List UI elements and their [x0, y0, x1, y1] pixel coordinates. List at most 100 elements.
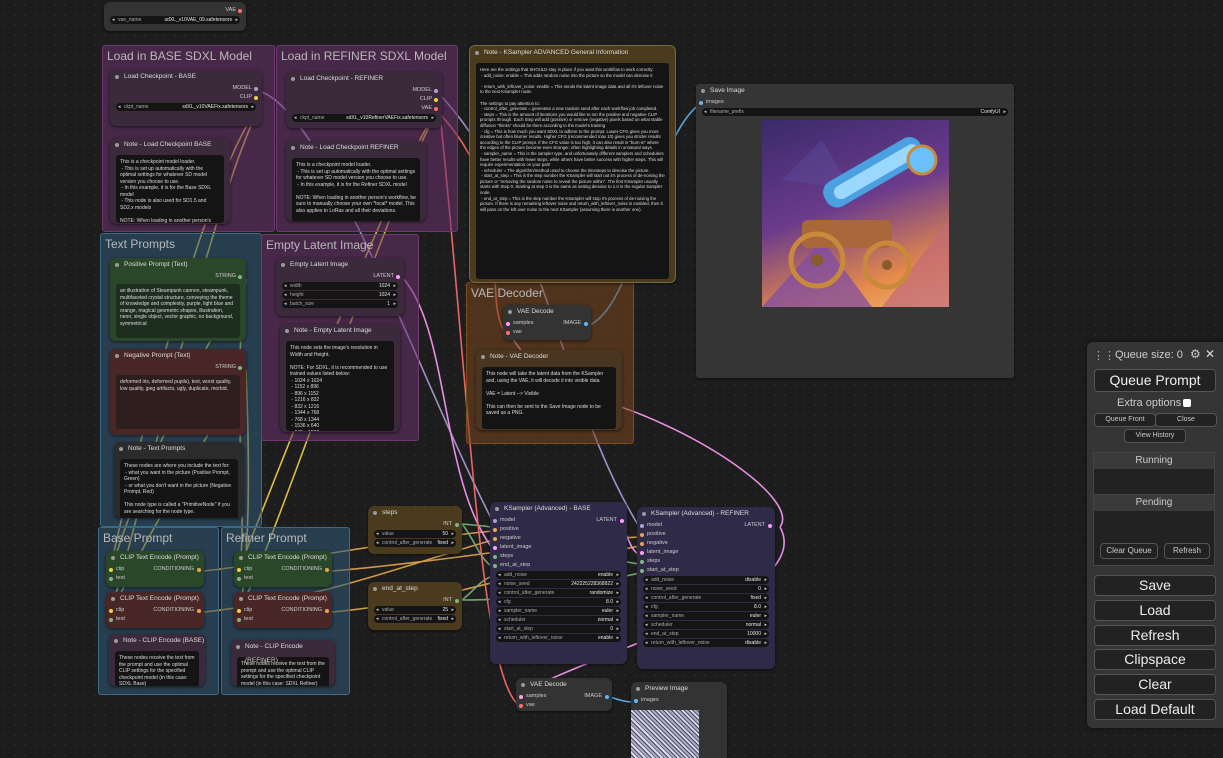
note-text[interactable]: These nodes receive the text from the pr… — [115, 651, 199, 686]
string-output[interactable]: STRING — [110, 272, 246, 281]
refresh-button[interactable]: Refresh — [1094, 625, 1216, 646]
note-checkpoint-refiner[interactable]: Note - Load Checkpoint REFINER This is a… — [286, 141, 426, 221]
widget-scheduler[interactable]: schedulernormal — [643, 621, 769, 629]
clear-button[interactable]: Clear — [1094, 674, 1216, 695]
text-input[interactable]: text — [234, 615, 332, 624]
end-at-step-primitive-node[interactable]: end_at_step INT value25 control_after_ge… — [368, 582, 462, 630]
widget-return-leftover-noise[interactable]: return_with_leftover_noiseenable — [496, 634, 621, 642]
height-widget[interactable]: height1024 — [282, 291, 398, 299]
note-empty-latent[interactable]: Note - Empty Latent Image This node sets… — [280, 324, 400, 432]
widget-sampler-name[interactable]: sampler_nameeuler — [496, 607, 621, 615]
widget-noise-seed[interactable]: noise_seed0 — [643, 585, 769, 593]
vae-loader-node[interactable]: VAE vae_namesdXL_v10VAE_09.safetensors — [104, 2, 246, 31]
vae-input[interactable]: vae — [503, 328, 591, 337]
note-text-prompts[interactable]: Note - Text Prompts These nodes are wher… — [114, 442, 244, 518]
note-text[interactable]: This is a checkpoint model loader. - Thi… — [292, 158, 420, 221]
input-steps[interactable]: steps — [637, 557, 775, 566]
clip-encode-refiner-positive[interactable]: CLIP Text Encode (Prompt) clip CONDITIONI… — [234, 551, 332, 587]
clip-encode-base-negative[interactable]: CLIP Text Encode (Prompt) clip CONDITIONI… — [106, 592, 204, 628]
model-output[interactable]: MODEL — [110, 84, 262, 93]
width-widget[interactable]: width1024 — [282, 282, 398, 290]
filename-prefix-widget[interactable]: filename_prefixComfyUI — [702, 108, 1008, 116]
note-clip-encode-base[interactable]: Note - CLIP Encode (BASE) These nodes re… — [109, 634, 205, 686]
end-step-value-widget[interactable]: value25 — [374, 606, 456, 614]
clip-encode-base-positive[interactable]: CLIP Text Encode (Prompt) clip CONDITIONI… — [106, 551, 204, 587]
int-output[interactable]: INT — [368, 596, 462, 605]
widget-control-after-generate[interactable]: control_after_generatefixed — [643, 594, 769, 602]
save-button[interactable]: Save — [1094, 575, 1216, 596]
widget-return-leftover-noise[interactable]: return_with_leftover_noisedisable — [643, 639, 769, 647]
vae-output[interactable]: VAE — [104, 6, 246, 15]
note-vae-decoder[interactable]: Note - VAE Decoder This node will take t… — [476, 350, 622, 430]
positive-prompt-text[interactable]: an illustration of Steampunk cannon, ste… — [116, 284, 240, 338]
clip-encode-refiner-negative[interactable]: CLIP Text Encode (Prompt) clip CONDITIONI… — [234, 592, 332, 628]
input-negative[interactable]: negative — [637, 539, 775, 548]
batch-size-widget[interactable]: batch_size1 — [282, 300, 398, 308]
clip-input[interactable]: clip CONDITIONING — [106, 606, 204, 615]
int-output[interactable]: INT — [368, 520, 462, 529]
load-checkpoint-base-node[interactable]: Load Checkpoint - BASE MODEL CLIP ckpt_n… — [110, 70, 262, 126]
clipspace-button[interactable]: Clipspace — [1094, 649, 1216, 670]
drag-handle-icon[interactable]: ⋮⋮ — [1093, 349, 1115, 362]
positive-prompt-node[interactable]: Positive Prompt (Text) STRING an illustr… — [110, 258, 246, 341]
negative-prompt-text[interactable]: deformed iris, deformed pupils), text, w… — [116, 375, 240, 429]
text-input[interactable]: text — [106, 574, 204, 583]
end-step-control-widget[interactable]: control_after_generatefixed — [374, 615, 456, 623]
queue-prompt-button[interactable]: Queue Prompt — [1094, 369, 1216, 392]
vae-input[interactable]: vae — [516, 701, 612, 710]
load-button[interactable]: Load — [1094, 600, 1216, 621]
note-text[interactable]: Here are the settings that SHOULD stay i… — [476, 63, 669, 279]
close-icon[interactable]: ✕ — [1205, 347, 1215, 361]
ckpt-name-widget[interactable]: ckpt_namesdXL_v10VAEFix.safetensors — [116, 103, 256, 111]
note-text[interactable]: This is a checkpoint model loader. - Thi… — [116, 155, 224, 223]
input-positive[interactable]: positive — [637, 530, 775, 539]
input-model[interactable]: model LATENT — [490, 516, 627, 525]
input-latent[interactable]: latent_image — [490, 543, 627, 552]
clear-queue-button[interactable]: Clear Queue — [1100, 543, 1158, 559]
images-input[interactable]: images — [696, 98, 1014, 107]
note-text[interactable]: These nodes are where you include the te… — [120, 459, 238, 518]
clip-output[interactable]: CLIP — [286, 95, 442, 104]
extra-options-checkbox[interactable] — [1183, 399, 1191, 407]
gear-icon[interactable]: ⚙ — [1190, 347, 1201, 361]
widget-add-noise[interactable]: add_noisedisable — [643, 576, 769, 584]
input-negative[interactable]: negative — [490, 534, 627, 543]
widget-start-at-step[interactable]: start_at_step0 — [496, 625, 621, 633]
input-latent[interactable]: latent_image — [637, 548, 775, 557]
input-start-at-step[interactable]: start_at_step — [637, 566, 775, 575]
input-model[interactable]: model LATENT — [637, 521, 775, 530]
vae-decode-refiner-node[interactable]: VAE Decode samples IMAGE vae — [516, 678, 612, 711]
string-output[interactable]: STRING — [110, 363, 246, 372]
steps-control-widget[interactable]: control_after_generatefixed — [374, 539, 456, 547]
widget-cfg[interactable]: cfg8.0 — [496, 598, 621, 606]
load-checkpoint-refiner-node[interactable]: Load Checkpoint - REFINER MODEL CLIP VAE… — [286, 72, 442, 128]
save-image-node[interactable]: Save Image images filename_prefixComfyUI — [696, 84, 1014, 378]
close-button[interactable]: Close — [1155, 413, 1217, 427]
widget-add-noise[interactable]: add_noiseenable — [496, 571, 621, 579]
clip-input[interactable]: clip CONDITIONING — [106, 565, 204, 574]
steps-value-widget[interactable]: value50 — [374, 530, 456, 538]
ksampler-base-node[interactable]: KSampler (Advanced) - BASE model LATENT p… — [490, 502, 627, 664]
clip-output[interactable]: CLIP — [110, 93, 262, 102]
text-input[interactable]: text — [234, 574, 332, 583]
negative-prompt-node[interactable]: Negative Prompt (Text) STRING deformed i… — [110, 349, 246, 435]
text-input[interactable]: text — [106, 615, 204, 624]
widget-sampler-name[interactable]: sampler_nameeuler — [643, 612, 769, 620]
input-positive[interactable]: positive — [490, 525, 627, 534]
note-ksampler-general[interactable]: Note - KSampler ADVANCED General Informa… — [469, 45, 676, 283]
empty-latent-image-node[interactable]: Empty Latent Image LATENT width1024 heig… — [276, 258, 404, 316]
images-input[interactable]: images — [631, 696, 727, 705]
queue-front-button[interactable]: Queue Front — [1094, 413, 1156, 427]
widget-noise-seed[interactable]: noise_seed242225228368922 — [496, 580, 621, 588]
note-clip-encode-refiner[interactable]: Note - CLIP Encode (REFINER) These nodes… — [231, 640, 335, 686]
load-default-button[interactable]: Load Default — [1094, 699, 1216, 720]
model-output[interactable]: MODEL — [286, 86, 442, 95]
queue-panel[interactable]: ⋮⋮ Queue size: 0 ⚙ ✕ Queue Prompt Extra … — [1087, 342, 1223, 728]
input-end-at-step[interactable]: end_at_step — [490, 561, 627, 570]
vae-decode-node[interactable]: VAE Decode samples IMAGE vae — [503, 305, 591, 340]
ksampler-refiner-node[interactable]: KSampler (Advanced) - REFINER model LATEN… — [637, 507, 775, 669]
note-text[interactable]: This node will take the latent data from… — [482, 367, 616, 429]
vae-name-widget[interactable]: vae_namesdXL_v10VAE_09.safetensors — [110, 16, 240, 24]
latent-output[interactable]: LATENT — [276, 272, 404, 281]
note-checkpoint-base[interactable]: Note - Load Checkpoint BASE This is a ch… — [110, 138, 230, 224]
